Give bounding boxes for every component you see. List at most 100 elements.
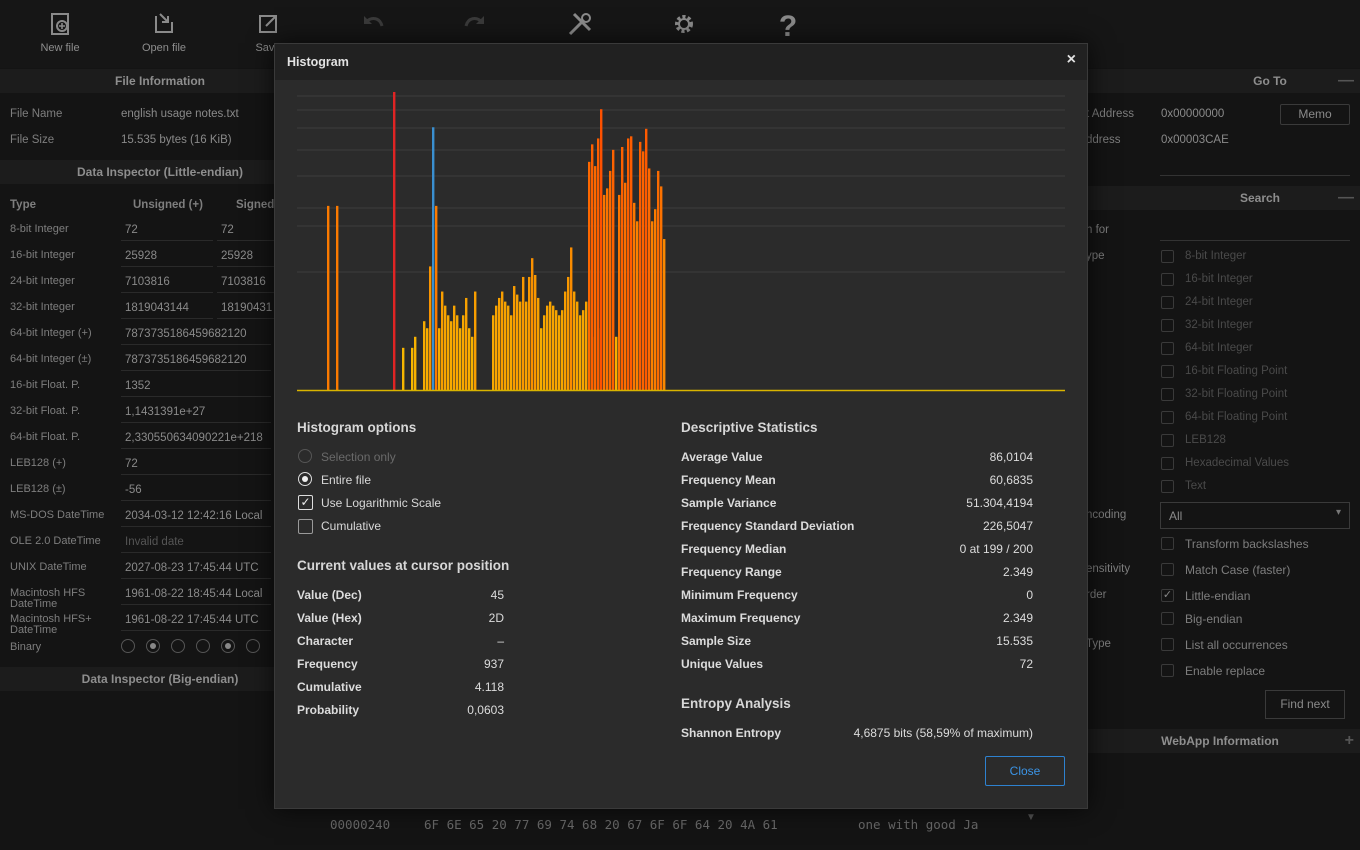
histogram-bar[interactable] [612, 149, 615, 390]
binary-bit-toggle[interactable] [121, 639, 135, 653]
inspector-unsigned-value[interactable]: 2034-03-12 12:42:16 Local [121, 506, 271, 527]
search-type-checkbox[interactable] [1161, 319, 1174, 332]
histogram-bar[interactable] [546, 305, 549, 390]
histogram-bar[interactable] [456, 315, 459, 390]
histogram-bar[interactable] [639, 141, 642, 390]
histogram-bar[interactable] [450, 321, 453, 390]
histogram-bar[interactable] [651, 221, 654, 390]
histogram-bar[interactable] [459, 328, 462, 390]
close-button[interactable]: Close [985, 756, 1065, 786]
histogram-bar[interactable] [504, 301, 507, 390]
expand-webapp-icon[interactable]: + [1345, 729, 1354, 753]
histogram-bar[interactable] [621, 146, 624, 390]
histogram-bar[interactable] [645, 128, 648, 390]
histogram-bar[interactable] [588, 161, 591, 390]
histogram-bar[interactable] [444, 305, 447, 390]
selection-only-radio[interactable] [298, 449, 312, 463]
histogram-bar[interactable] [564, 291, 567, 390]
histogram-bar[interactable] [528, 276, 531, 390]
open-file-button[interactable]: Open file [124, 8, 204, 54]
histogram-bar[interactable] [597, 138, 600, 390]
histogram-bar[interactable] [423, 321, 426, 390]
match-case-checkbox[interactable] [1161, 563, 1174, 576]
histogram-bar[interactable] [474, 291, 477, 390]
histogram-bar[interactable] [453, 305, 456, 390]
histogram-bar[interactable] [465, 297, 468, 390]
inspector-unsigned-value[interactable]: 7873735186459682120 [121, 324, 271, 345]
goto-input-line[interactable] [1160, 175, 1350, 176]
new-file-button[interactable]: New file [20, 8, 100, 54]
histogram-bar[interactable] [336, 205, 339, 390]
histogram-bar[interactable] [492, 315, 495, 390]
list-all-checkbox[interactable] [1161, 638, 1174, 651]
histogram-bar[interactable] [618, 194, 621, 390]
histogram-bar[interactable] [414, 336, 417, 390]
histogram-bar[interactable] [543, 315, 546, 390]
hex-row-text[interactable]: one with good Ja [858, 817, 978, 832]
histogram-bar[interactable] [540, 328, 543, 390]
histogram-bar[interactable] [576, 301, 579, 390]
histogram-bar[interactable] [573, 291, 576, 390]
inspector-signed-value[interactable]: 72 [217, 220, 274, 241]
big-endian-checkbox[interactable] [1161, 612, 1174, 625]
histogram-bar[interactable] [642, 151, 645, 390]
histogram-bar[interactable] [570, 247, 573, 390]
histogram-bar[interactable] [441, 291, 444, 390]
histogram-bar[interactable] [555, 310, 558, 390]
histogram-bar[interactable] [525, 301, 528, 390]
histogram-bar[interactable] [606, 188, 609, 390]
inspector-unsigned-value[interactable]: 1352 [121, 376, 271, 397]
histogram-bar[interactable] [426, 328, 429, 390]
search-type-checkbox[interactable] [1161, 250, 1174, 263]
little-endian-checkbox[interactable]: ✓ [1161, 589, 1174, 602]
histogram-bar[interactable] [627, 138, 630, 390]
search-type-checkbox[interactable] [1161, 480, 1174, 493]
histogram-bar[interactable] [471, 336, 474, 390]
search-type-checkbox[interactable] [1161, 273, 1174, 286]
histogram-bar[interactable] [552, 305, 555, 390]
histogram-bar[interactable] [636, 221, 639, 390]
binary-bit-toggle[interactable] [171, 639, 185, 653]
search-type-checkbox[interactable] [1161, 388, 1174, 401]
log-scale-checkbox[interactable]: ✓ [298, 495, 313, 510]
encoding-select[interactable]: All ▾ [1160, 502, 1350, 529]
enable-replace-checkbox[interactable] [1161, 664, 1174, 677]
histogram-bar[interactable] [633, 202, 636, 390]
histogram-bar[interactable] [519, 301, 522, 390]
inspector-unsigned-value[interactable]: -56 [121, 480, 271, 501]
histogram-bar[interactable] [432, 127, 435, 390]
histogram-bar[interactable] [513, 286, 516, 390]
hex-row-bytes[interactable]: 6F 6E 65 20 77 69 74 68 20 67 6F 6F 64 2… [424, 817, 778, 832]
inspector-unsigned-value[interactable]: 25928 [121, 246, 213, 267]
binary-bit-toggle[interactable] [246, 639, 260, 653]
search-type-checkbox[interactable] [1161, 457, 1174, 470]
inspector-unsigned-value[interactable]: Invalid date [121, 532, 271, 553]
inspector-unsigned-value[interactable]: 72 [121, 220, 213, 241]
inspector-unsigned-value[interactable]: 1961-08-22 17:45:44 UTC [121, 610, 271, 631]
histogram-bar[interactable] [507, 305, 510, 390]
histogram-bar[interactable] [516, 294, 519, 390]
histogram-bar[interactable] [663, 239, 666, 390]
histogram-bar[interactable] [648, 168, 651, 390]
collapse-goto-icon[interactable]: — [1338, 69, 1354, 93]
histogram-bar[interactable] [561, 310, 564, 390]
histogram-bar[interactable] [615, 336, 618, 390]
histogram-bar[interactable] [657, 170, 660, 390]
histogram-bar[interactable] [327, 205, 330, 390]
goto-end-value[interactable]: 0x00003CAE [1161, 134, 1229, 146]
undo-button[interactable] [332, 8, 412, 42]
histogram-bar[interactable] [654, 209, 657, 390]
histogram-bar[interactable] [594, 166, 597, 390]
inspector-signed-value[interactable]: 25928 [217, 246, 274, 267]
search-type-checkbox[interactable] [1161, 411, 1174, 424]
help-button[interactable]: ? [748, 8, 828, 42]
entire-file-radio[interactable] [298, 472, 312, 486]
transform-checkbox[interactable] [1161, 537, 1174, 550]
inspector-unsigned-value[interactable]: 7873735186459682120 [121, 350, 271, 371]
histogram-bar[interactable] [579, 315, 582, 390]
inspector-unsigned-value[interactable]: 1819043144 [121, 298, 213, 319]
search-type-checkbox[interactable] [1161, 296, 1174, 309]
histogram-bar[interactable] [591, 144, 594, 390]
search-type-checkbox[interactable] [1161, 342, 1174, 355]
histogram-bar[interactable] [495, 305, 498, 390]
